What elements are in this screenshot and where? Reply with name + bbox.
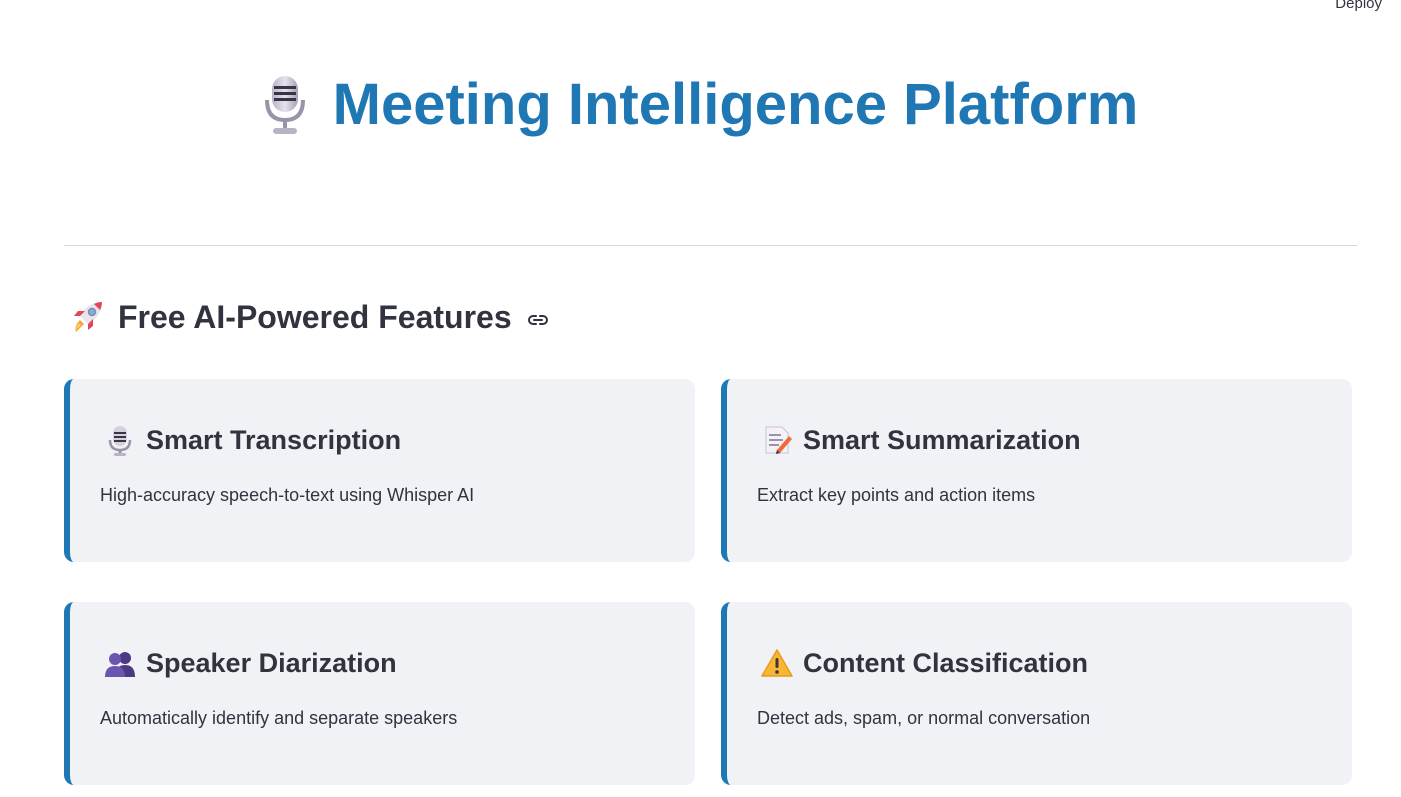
feature-card: Smart Summarization Extract key points a…: [721, 379, 1352, 562]
card-title: Content Classification: [803, 647, 1089, 678]
card-title: Speaker Diarization: [146, 647, 397, 678]
card-description: Automatically identify and separate spea…: [100, 708, 458, 728]
microphone-icon: [264, 76, 305, 134]
card-description: Detect ads, spam, or normal conversation: [757, 708, 1091, 728]
card-header: Content Classification: [761, 647, 1088, 679]
card-header: Speaker Diarization: [104, 647, 397, 679]
section-heading: Free AI-Powered Features: [68, 298, 550, 336]
microphone-icon: [108, 426, 132, 456]
feature-card: Smart Transcription High-accuracy speech…: [64, 379, 695, 562]
card-description: Extract key points and action items: [757, 485, 1036, 505]
feature-card: Speaker Diarization Automatically identi…: [64, 602, 695, 785]
page-header: Meeting Intelligence Platform: [0, 74, 1401, 136]
card-description: High-accuracy speech-to-text using Whisp…: [100, 485, 475, 505]
card-title: Smart Transcription: [146, 424, 402, 455]
card-header: Smart Transcription: [104, 424, 401, 456]
feature-card: Content Classification Detect ads, spam,…: [721, 602, 1352, 785]
card-title: Smart Summarization: [803, 424, 1081, 455]
section-title: Free AI-Powered Features: [118, 298, 512, 335]
warning-icon: [761, 649, 793, 677]
rocket-icon: [74, 302, 102, 332]
link-icon[interactable]: [526, 308, 550, 332]
deploy-button[interactable]: Deploy: [1335, 0, 1382, 12]
memo-icon: [765, 426, 792, 454]
page-title: Meeting Intelligence Platform: [332, 72, 1139, 137]
divider: [64, 245, 1357, 246]
card-header: Smart Summarization: [761, 424, 1081, 456]
people-icon: [105, 652, 135, 677]
